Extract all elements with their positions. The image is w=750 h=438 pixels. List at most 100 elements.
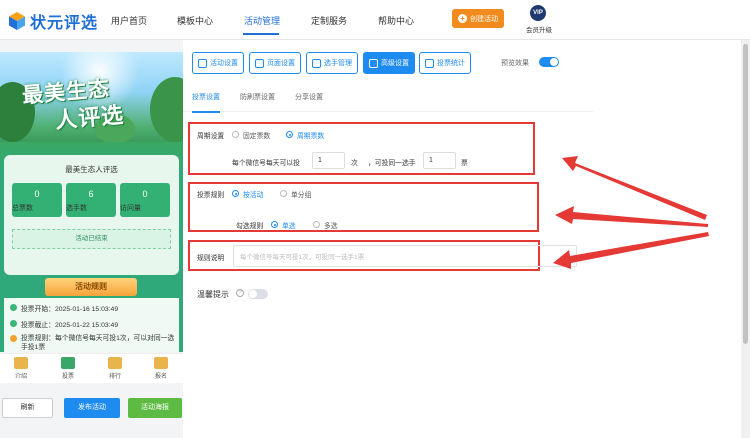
activity-status: 活动已结束: [12, 229, 171, 249]
button-label: 选手管理: [324, 60, 352, 67]
radio-periodic-votes[interactable]: [286, 131, 293, 138]
clock-icon: [10, 320, 17, 327]
rule-label: 投票规则: [197, 192, 225, 199]
advanced-settings-button[interactable]: 高级设置: [363, 52, 415, 74]
tab-signup[interactable]: 报名: [149, 357, 173, 380]
radio-fixed-votes[interactable]: [232, 131, 239, 138]
stat-value: 0: [34, 189, 40, 199]
users-icon: [312, 58, 321, 68]
settings-panel: 活动设置 页面设置 选手管理 高级设置 投票统计 预览效果 投票设置 防刷票设置…: [183, 40, 741, 438]
rules-title: 活动规则: [45, 278, 137, 296]
tab-intro[interactable]: 介绍: [9, 357, 33, 380]
help-icon[interactable]: ?: [236, 289, 244, 297]
tab-label: 报名: [154, 374, 167, 380]
sliders-icon: [369, 58, 378, 68]
contestant-management-button[interactable]: 选手管理: [306, 52, 358, 74]
tab-label: 投票: [61, 374, 74, 380]
top-nav: 状元评选 用户首页 模板中心 活动管理 定制服务 帮助中心 + 创建活动 VIP…: [0, 0, 750, 40]
rules-box: 投票开始：2025-01-16 15:03:49 投票截止：2025-01-22…: [4, 298, 179, 352]
stat-total-votes: 0 总票数: [12, 183, 62, 217]
radio-periodic-votes-label[interactable]: 周期票数: [297, 130, 324, 140]
vote-stats-button[interactable]: 投票统计: [419, 52, 471, 74]
radio-by-group-label[interactable]: 单分组: [291, 189, 311, 199]
poster-button[interactable]: 活动海报: [128, 398, 182, 418]
scrollbar-thumb[interactable]: [743, 44, 748, 344]
nav-active-indicator: [243, 33, 279, 35]
period-sentence-b: ，可投同一选手: [368, 160, 416, 167]
radio-by-activity[interactable]: [232, 190, 239, 197]
tree-decoration: [150, 77, 183, 142]
tab-share-settings[interactable]: 分享设置: [295, 92, 323, 102]
logo-text: 状元评选: [30, 15, 99, 32]
logo[interactable]: 状元评选: [8, 9, 98, 33]
stat-visits: 0 访问量: [120, 183, 170, 217]
preview-toggle[interactable]: [539, 57, 559, 67]
preview-tabbar: 介绍 投票 排行 报名: [0, 353, 183, 383]
stat-contestants: 6 选手数: [66, 183, 116, 217]
stats-card: 最美生态人评选 0 总票数 6 选手数 0 访问量 活动已结束: [4, 155, 179, 275]
radio-single-choice[interactable]: [271, 221, 278, 228]
rule-text: 投票截止：2025-01-22 15:03:49: [21, 322, 119, 329]
page-scrollbar[interactable]: [741, 40, 750, 438]
preview-toggle-label: 预览效果: [501, 60, 529, 67]
rule-text: 投票规则：每个微信号每天可投1次，可以对同一选手投1票: [21, 335, 175, 351]
vip-upgrade[interactable]: VIP 会员升级: [526, 5, 552, 34]
rule-text: 投票开始：2025-01-16 15:03:49: [21, 306, 119, 313]
tab-label: 排行: [108, 374, 121, 380]
stat-label: 总票数: [12, 205, 33, 212]
tab-vote-settings[interactable]: 投票设置: [192, 92, 220, 102]
gear-icon: [198, 58, 207, 68]
hero-title-line2: 人评选: [54, 102, 126, 133]
radio-single-choice-label[interactable]: 单选: [282, 220, 296, 230]
rule-item: 投票规则：每个微信号每天可投1次，可以对同一选手投1票: [10, 334, 178, 352]
settings-subtabs: 投票设置 防刷票设置 分享设置: [183, 92, 593, 113]
tip-toggle[interactable]: [248, 289, 268, 299]
rule-item: 投票截止：2025-01-22 15:03:49: [10, 319, 118, 329]
trophy-icon: [108, 357, 122, 369]
same-contestant-votes-input[interactable]: 1: [423, 152, 456, 169]
period-unit-b: 票: [461, 160, 468, 167]
create-activity-button[interactable]: + 创建活动: [452, 9, 504, 28]
period-label: 周期设置: [197, 133, 225, 140]
nav-item-help[interactable]: 帮助中心: [378, 14, 414, 27]
rule-description-textarea[interactable]: 每个微信号每天可投1次，可投同一选手1票: [233, 245, 577, 267]
stat-value: 6: [88, 189, 94, 199]
toggle-knob: [249, 290, 257, 298]
button-label: 活动设置: [210, 60, 238, 67]
stat-label: 选手数: [66, 205, 87, 212]
tab-ranking[interactable]: 排行: [103, 357, 127, 380]
tab-anti-cheat[interactable]: 防刷票设置: [240, 92, 275, 102]
activity-settings-button[interactable]: 活动设置: [192, 52, 244, 74]
button-label: 投票统计: [437, 60, 465, 67]
publish-button[interactable]: 发布活动: [64, 398, 120, 418]
plus-icon: +: [458, 14, 467, 23]
nav-item-custom[interactable]: 定制服务: [311, 14, 347, 27]
activity-title: 最美生态人评选: [65, 165, 118, 174]
radio-fixed-votes-label[interactable]: 固定票数: [243, 130, 270, 140]
page-settings-button[interactable]: 页面设置: [249, 52, 301, 74]
period-unit-a: 次: [351, 160, 358, 167]
vip-label: 会员升级: [526, 27, 552, 34]
nav-item-activity[interactable]: 活动管理: [244, 14, 280, 27]
tip-label: 温馨提示: [197, 290, 229, 299]
radio-by-group[interactable]: [280, 190, 287, 197]
radio-multi-choice-label[interactable]: 多选: [324, 220, 338, 230]
bar-chart-icon: [425, 58, 434, 68]
radio-multi-choice[interactable]: [313, 221, 320, 228]
radio-by-activity-label[interactable]: 按活动: [243, 189, 263, 199]
annotation-box-period: [188, 122, 535, 175]
intro-icon: [14, 357, 28, 369]
tab-vote[interactable]: 投票: [56, 357, 80, 380]
daily-votes-input[interactable]: 1: [312, 152, 345, 169]
period-sentence-a: 每个微信号每天可以投: [232, 160, 300, 167]
nav-item-templates[interactable]: 模板中心: [177, 14, 213, 27]
nav-item-home[interactable]: 用户首页: [111, 14, 147, 27]
vip-icon: VIP: [530, 5, 546, 21]
mobile-preview: 最美生态 人评选 最美生态人评选 0 总票数 6 选手数 0 访问量 活动已结束…: [0, 52, 183, 352]
refresh-button[interactable]: 刷新: [2, 398, 53, 418]
create-activity-label: 创建活动: [470, 15, 498, 23]
signup-icon: [154, 357, 168, 369]
check-rule-label: 勾选规则: [236, 223, 264, 230]
stat-label: 访问量: [120, 205, 141, 212]
clock-icon: [10, 304, 17, 311]
